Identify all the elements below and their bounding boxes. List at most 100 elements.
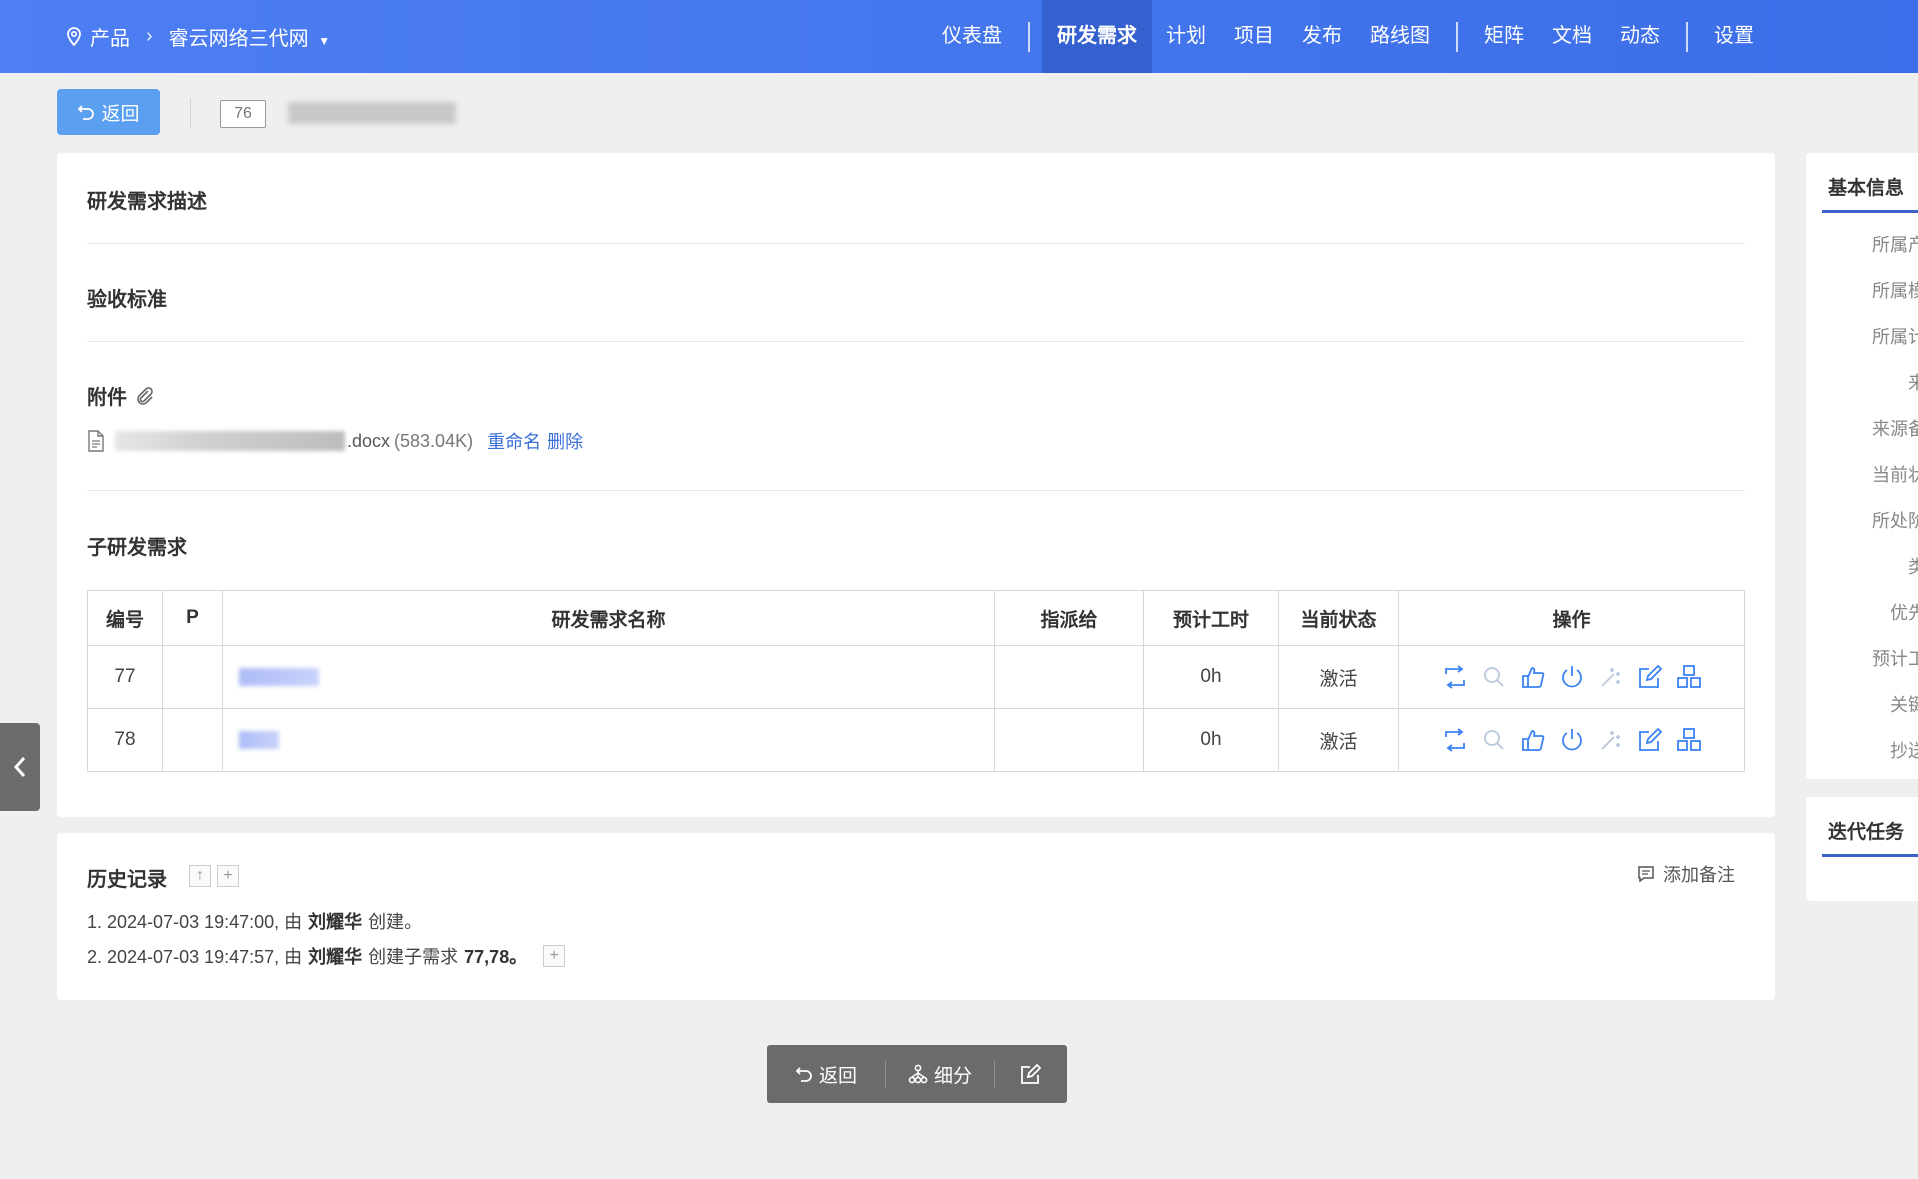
sort-up-icon[interactable]: ↑ — [189, 865, 211, 887]
cell-name — [222, 708, 995, 772]
split-icon[interactable] — [1676, 664, 1702, 690]
history-entry-user: 刘耀华 — [308, 947, 363, 967]
project-switcher[interactable]: 睿云网络三代网 ▼ — [169, 22, 330, 51]
acceptance-heading: 验收标准 — [87, 289, 167, 311]
story-detail-card: 研发需求描述 验收标准 附件 .docx (583.04K) 重命名 删除 子研… — [57, 153, 1775, 817]
magic-icon — [1600, 731, 1620, 750]
nav-project[interactable]: 项目 — [1220, 0, 1288, 73]
nav-divider — [1456, 21, 1458, 52]
change-icon[interactable] — [1442, 727, 1468, 753]
review-icon — [1483, 730, 1504, 750]
collapse-toggle[interactable] — [0, 723, 40, 811]
rename-attachment-link[interactable]: 重命名 — [487, 428, 541, 454]
field-plan-label: 所属计 — [1872, 327, 1918, 347]
field-cc-label: 抄送 — [1890, 741, 1918, 761]
basic-info-panel: 基本信息 所属产 所属模 所属计 来 来源备 当前状 所处阶 类 优先 预计工 … — [1806, 153, 1918, 779]
attachment-name-redacted[interactable] — [115, 431, 345, 451]
iteration-tasks-panel: 迭代任务 — [1806, 797, 1918, 901]
close-story-icon[interactable] — [1559, 727, 1585, 753]
cell-assigned — [994, 708, 1144, 772]
back-button[interactable]: 返回 — [57, 89, 160, 135]
project-name: 睿云网络三代网 — [168, 28, 309, 50]
col-id[interactable]: 编号 — [87, 590, 163, 646]
attachment-extension: .docx — [347, 430, 391, 451]
bottom-back-button[interactable]: 返回 — [767, 1045, 885, 1103]
story-id-badge: 76 — [220, 100, 266, 128]
header-divider — [190, 98, 191, 128]
divider — [87, 243, 1745, 244]
cell-actions — [1398, 645, 1745, 709]
field-source-note-label: 来源备 — [1872, 419, 1918, 439]
edit-button[interactable] — [995, 1045, 1067, 1103]
cell-actions — [1398, 708, 1745, 772]
story-name-link-redacted[interactable] — [239, 730, 279, 749]
nav-plan[interactable]: 计划 — [1152, 0, 1220, 73]
cell-priority — [162, 645, 223, 709]
field-source-label: 来 — [1908, 373, 1918, 393]
history-entry-action: 创建子需求 — [368, 947, 459, 967]
history-entry-user: 刘耀华 — [308, 912, 363, 932]
field-module-label: 所属模 — [1872, 281, 1918, 301]
tab-basic-info[interactable]: 基本信息 — [1828, 173, 1904, 200]
description-heading: 研发需求描述 — [87, 191, 207, 213]
col-status[interactable]: 当前状态 — [1278, 590, 1399, 646]
story-name-link-redacted[interactable] — [239, 667, 319, 686]
nav-settings[interactable]: 设置 — [1700, 0, 1768, 73]
divider — [87, 341, 1745, 342]
magic-icon — [1600, 668, 1620, 687]
field-priority-label: 优先 — [1890, 603, 1918, 623]
nav-dashboard[interactable]: 仪表盘 — [928, 0, 1016, 73]
edit-icon[interactable] — [1637, 727, 1663, 753]
back-button-label: 返回 — [101, 103, 140, 125]
edit-icon[interactable] — [1637, 664, 1663, 690]
main-nav: 仪表盘 研发需求 计划 项目 发布 路线图 矩阵 文档 动态 设置 — [928, 0, 1768, 73]
history-entry: 2. 2024-07-03 19:47:57, 由 刘耀华 创建子需求 77,7… — [87, 943, 566, 969]
tab-iteration-tasks[interactable]: 迭代任务 — [1828, 817, 1904, 844]
cell-estimate: 0h — [1143, 708, 1279, 772]
cell-id: 78 — [87, 708, 163, 772]
change-icon[interactable] — [1442, 664, 1468, 690]
cell-status: 激活 — [1278, 645, 1399, 709]
nav-stories[interactable]: 研发需求 — [1042, 0, 1152, 73]
col-assigned[interactable]: 指派给 — [994, 590, 1144, 646]
close-story-icon[interactable] — [1559, 664, 1585, 690]
field-keywords-label: 关键 — [1890, 695, 1918, 715]
history-entry: 1. 2024-07-03 19:47:00, 由 刘耀华 创建。 — [87, 908, 422, 934]
field-product-label: 所属产 — [1872, 235, 1918, 255]
nav-release[interactable]: 发布 — [1288, 0, 1356, 73]
nav-dynamics[interactable]: 动态 — [1606, 0, 1674, 73]
cell-id: 77 — [87, 645, 163, 709]
expand-all-icon[interactable]: + — [217, 865, 239, 887]
split-button[interactable]: 细分 — [886, 1045, 994, 1103]
breadcrumb-product[interactable]: 产品 — [90, 22, 130, 51]
attachment-item: .docx (583.04K) 重命名 删除 — [87, 428, 583, 454]
paperclip-icon — [137, 386, 153, 405]
col-name[interactable]: 研发需求名称 — [222, 590, 995, 646]
history-entry-prefix: 1. 2024-07-03 19:47:00, 由 — [87, 912, 303, 932]
undo-icon — [795, 1067, 812, 1082]
nav-matrix[interactable]: 矩阵 — [1470, 0, 1538, 73]
col-estimate[interactable]: 预计工时 — [1143, 590, 1279, 646]
chevron-left-icon — [13, 757, 26, 777]
delete-attachment-link[interactable]: 删除 — [547, 428, 583, 454]
cell-priority — [162, 708, 223, 772]
file-icon — [88, 430, 104, 452]
split-icon[interactable] — [1676, 727, 1702, 753]
expand-entry-icon[interactable]: + — [543, 945, 566, 967]
attachments-heading-label: 附件 — [87, 387, 127, 409]
divider — [87, 490, 1745, 491]
assign-icon[interactable] — [1520, 727, 1546, 753]
bottom-back-label: 返回 — [818, 1065, 857, 1087]
field-status-label: 当前状 — [1872, 465, 1918, 485]
nav-roadmap[interactable]: 路线图 — [1356, 0, 1444, 73]
history-card: 历史记录 ↑ + 添加备注 1. 2024-07-03 19:47:00, 由 … — [57, 833, 1775, 1000]
chevron-right-icon: › — [146, 25, 153, 47]
field-type-label: 类 — [1908, 557, 1918, 577]
add-note-button[interactable]: 添加备注 — [1637, 861, 1735, 887]
col-priority[interactable]: P — [162, 590, 223, 646]
active-tab-indicator — [1822, 854, 1918, 857]
nav-docs[interactable]: 文档 — [1538, 0, 1606, 73]
field-stage-label: 所处阶 — [1872, 511, 1918, 531]
col-actions: 操作 — [1398, 590, 1745, 646]
assign-icon[interactable] — [1520, 664, 1546, 690]
